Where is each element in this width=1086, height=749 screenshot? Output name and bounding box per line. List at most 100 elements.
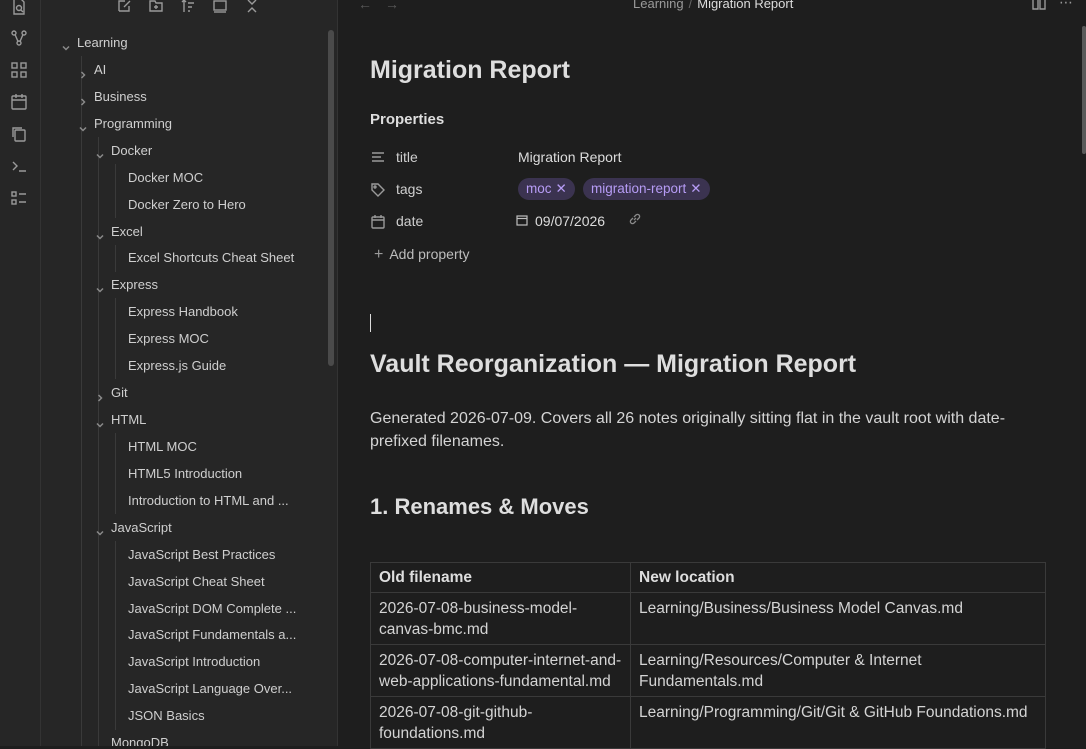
chevron-down-icon[interactable] — [95, 227, 105, 240]
property-name[interactable]: title — [396, 145, 418, 169]
chevron-down-icon[interactable] — [95, 523, 105, 536]
breadcrumb-parent[interactable]: Learning — [633, 0, 684, 11]
migration-table: Old filename New location 2026-07-08-bus… — [370, 562, 1046, 749]
date-picker-icon[interactable] — [516, 213, 528, 226]
tree-item-label: Docker MOC — [128, 170, 204, 185]
tags-icon — [370, 181, 386, 197]
tree-item-label: Docker — [111, 143, 153, 158]
table-header-cell[interactable]: New location — [630, 562, 1046, 593]
table-row: 2026-07-08-business-model-canvas-bmc.md … — [370, 592, 1046, 645]
tree-item-label: Programming — [94, 116, 173, 131]
list-checks-icon[interactable] — [10, 189, 28, 207]
chevron-down-icon[interactable] — [95, 738, 105, 746]
tree-item-label: HTML — [111, 412, 147, 427]
tree-item-label: Express MOC — [128, 331, 209, 346]
add-property-button[interactable]: + Add property — [374, 246, 470, 264]
editor-scrollbar[interactable] — [1082, 26, 1086, 154]
properties-heading[interactable]: Properties — [370, 111, 444, 128]
calendar-icon[interactable] — [10, 93, 28, 111]
tab-header: ← → Learning / Migration Report ⋯ — [338, 0, 1086, 14]
table-header-cell[interactable]: Old filename — [370, 562, 631, 593]
calendar-icon — [370, 213, 386, 229]
tree-item-label: HTML5 Introduction — [128, 466, 243, 481]
tag-pill[interactable]: moc ✕ — [518, 178, 575, 200]
chevron-down-icon[interactable] — [95, 146, 105, 159]
heading-1[interactable]: Vault Reorganization — Migration Report — [370, 350, 856, 379]
tag-label: moc — [526, 181, 552, 196]
chevron-down-icon[interactable] — [95, 415, 105, 428]
breadcrumb: Learning / Migration Report — [633, 0, 793, 11]
copy-icon[interactable] — [10, 125, 28, 143]
new-folder-icon[interactable] — [148, 0, 166, 16]
table-cell[interactable]: 2026-07-08-computer-internet-and-web-app… — [370, 644, 631, 697]
forward-arrow-icon[interactable]: → — [385, 0, 399, 12]
tree-item-label: MongoDB — [111, 735, 169, 746]
tree-item-label: Introduction to HTML and ... — [128, 493, 289, 508]
chevron-right-icon[interactable] — [78, 65, 88, 79]
tree-item-label: JavaScript — [111, 520, 172, 535]
indent-guide — [115, 541, 116, 730]
chevron-down-icon[interactable] — [95, 280, 105, 293]
collapse-all-icon[interactable] — [244, 0, 262, 16]
property-name[interactable]: tags — [396, 177, 422, 201]
property-name[interactable]: date — [396, 209, 423, 233]
tree-item-label: Git — [111, 385, 128, 400]
tree-item-label: JavaScript Best Practices — [128, 547, 276, 562]
table-row: 2026-07-08-git-github-foundations.md Lea… — [370, 696, 1046, 749]
tree-item-label: Excel — [111, 224, 143, 239]
left-ribbon — [0, 0, 41, 746]
remove-tag-icon[interactable]: ✕ — [690, 181, 701, 196]
chevron-right-icon[interactable] — [78, 92, 88, 106]
reading-view-icon[interactable] — [1031, 0, 1047, 12]
tree-item-label: JavaScript Language Over... — [128, 681, 293, 696]
chevron-down-icon[interactable] — [78, 119, 88, 132]
more-options-icon[interactable]: ⋯ — [1059, 0, 1073, 11]
table-cell[interactable]: 2026-07-08-git-github-foundations.md — [370, 696, 631, 749]
tree-item-label: JSON Basics — [128, 708, 205, 723]
file-explorer-sidebar: Learning AI Business Programming Docker Docke… — [41, 0, 338, 746]
tree-item-label: Express — [111, 277, 158, 292]
new-note-icon[interactable] — [116, 0, 134, 16]
sort-icon[interactable] — [180, 0, 198, 16]
property-title-value[interactable]: Migration Report — [518, 149, 622, 165]
file-search-icon[interactable] — [10, 0, 28, 16]
collapse-view-icon[interactable] — [212, 0, 230, 16]
tree-item-label: JavaScript DOM Complete ... — [128, 601, 297, 616]
tree-item-label: JavaScript Fundamentals a... — [128, 627, 297, 642]
table-cell[interactable]: 2026-07-08-business-model-canvas-bmc.md — [370, 592, 631, 645]
tree-item-label: JavaScript Introduction — [128, 654, 261, 669]
heading-2[interactable]: 1. Renames & Moves — [370, 494, 589, 520]
terminal-icon[interactable] — [10, 157, 28, 175]
tag-pill[interactable]: migration-report ✕ — [583, 178, 710, 200]
paragraph[interactable]: Generated 2026-07-09. Covers all 26 note… — [370, 407, 1050, 453]
property-date-value[interactable]: 09/07/2026 — [535, 213, 605, 229]
tag-label: migration-report — [591, 181, 687, 196]
link-icon[interactable] — [628, 212, 642, 226]
indent-guide — [115, 245, 116, 272]
add-property-label: Add property — [389, 246, 470, 262]
table-cell[interactable]: Learning/Programming/Git/Git & GitHub Fo… — [630, 696, 1046, 749]
indent-guide — [115, 164, 116, 218]
back-arrow-icon[interactable]: ← — [358, 0, 372, 12]
table-cell[interactable]: Learning/Resources/Computer & Internet F… — [630, 644, 1046, 697]
sidebar-scrollbar[interactable] — [328, 30, 334, 366]
tree-item-label: AI — [94, 62, 107, 77]
tree-item-label: Business — [94, 89, 147, 104]
indent-guide — [115, 433, 116, 514]
text-cursor — [370, 314, 371, 332]
tree-item-label: Docker Zero to Hero — [128, 197, 246, 212]
remove-tag-icon[interactable]: ✕ — [556, 181, 567, 196]
note-title[interactable]: Migration Report — [370, 56, 570, 85]
table-row: 2026-07-08-computer-internet-and-web-app… — [370, 644, 1046, 697]
tree-item-label: Excel Shortcuts Cheat Sheet — [128, 250, 295, 265]
breadcrumb-current[interactable]: Migration Report — [697, 0, 793, 11]
file-explorer-toolbar — [41, 0, 337, 18]
blocks-icon[interactable] — [10, 61, 28, 79]
chevron-down-icon[interactable] — [61, 38, 71, 51]
graph-icon[interactable] — [10, 29, 28, 47]
tree-item-label: Express.js Guide — [128, 358, 227, 373]
tree-item-label: HTML MOC — [128, 439, 197, 454]
table-cell[interactable]: Learning/Business/Business Model Canvas.… — [630, 592, 1046, 645]
breadcrumb-separator: / — [688, 0, 693, 11]
chevron-right-icon[interactable] — [95, 388, 105, 402]
